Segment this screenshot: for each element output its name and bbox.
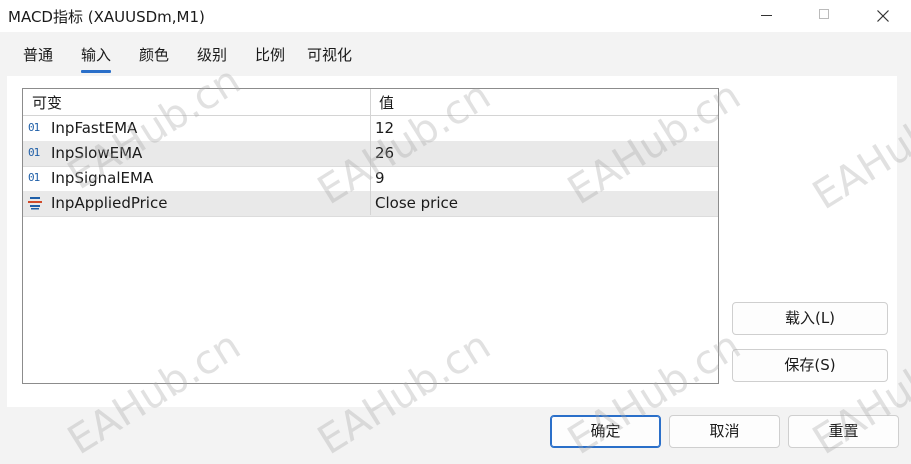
int-01-icon: 01	[28, 121, 40, 134]
column-header-variable[interactable]: 可变	[32, 92, 62, 113]
enum-list-icon	[28, 197, 42, 210]
minimize-button[interactable]	[738, 0, 796, 32]
parameters-table: 可变 值 01 InpFastEMA 12 01 InpSlowEMA 26 0…	[22, 88, 719, 384]
maximize-button[interactable]	[796, 0, 854, 32]
tab-colors[interactable]: 颜色	[139, 44, 169, 65]
param-name: InpSlowEMA	[51, 144, 143, 162]
param-value[interactable]: 26	[375, 144, 394, 162]
param-name: InpSignalEMA	[51, 169, 154, 187]
cancel-button[interactable]: 取消	[669, 415, 780, 448]
save-button[interactable]: 保存(S)	[732, 349, 888, 382]
close-button[interactable]	[854, 0, 911, 32]
reset-button[interactable]: 重置	[788, 415, 899, 448]
column-header-value[interactable]: 值	[379, 92, 394, 113]
int-01-icon: 01	[28, 146, 40, 159]
tab-bar: 普通 输入 颜色 级别 比例 可视化	[0, 44, 911, 74]
title-bar: MACD指标 (XAUUSDm,M1)	[0, 0, 911, 32]
load-button[interactable]: 载入(L)	[732, 302, 888, 335]
close-icon	[877, 10, 889, 22]
ok-button[interactable]: 确定	[550, 415, 661, 448]
window-title: MACD指标 (XAUUSDm,M1)	[8, 8, 205, 26]
tab-inputs[interactable]: 输入	[81, 44, 112, 73]
tab-general[interactable]: 普通	[23, 44, 53, 65]
param-name: InpFastEMA	[51, 119, 138, 137]
param-name: InpAppliedPrice	[51, 194, 168, 212]
param-value[interactable]: 12	[375, 119, 394, 137]
tab-scale[interactable]: 比例	[255, 44, 285, 65]
column-divider[interactable]	[370, 89, 371, 215]
tab-levels[interactable]: 级别	[197, 44, 227, 65]
param-value[interactable]: Close price	[375, 194, 458, 212]
param-value[interactable]: 9	[375, 169, 385, 187]
int-01-icon: 01	[28, 171, 40, 184]
tab-visualization[interactable]: 可视化	[307, 44, 352, 65]
